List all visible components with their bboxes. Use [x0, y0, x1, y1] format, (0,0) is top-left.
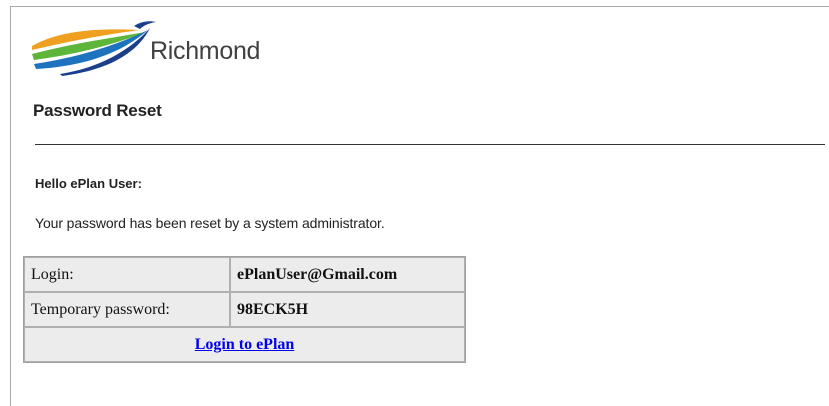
login-label: Login: — [24, 257, 230, 292]
login-link-cell: Login to ePlan — [24, 327, 465, 362]
richmond-logo: Richmond — [30, 20, 290, 78]
login-to-eplan-link[interactable]: Login to ePlan — [195, 336, 295, 353]
page-title: Password Reset — [33, 101, 162, 120]
login-value: ePlanUser@Gmail.com — [230, 257, 465, 292]
greeting: Hello ePlan User: — [35, 176, 142, 191]
temp-password-value: 98ECK5H — [230, 292, 465, 327]
temp-password-label: Temporary password: — [24, 292, 230, 327]
table-row: Temporary password: 98ECK5H — [24, 292, 465, 327]
logo-text: Richmond — [150, 37, 261, 65]
credentials-table: Login: ePlanUser@Gmail.com Temporary pas… — [23, 256, 466, 363]
table-row: Login: ePlanUser@Gmail.com — [24, 257, 465, 292]
richmond-swoosh-icon — [32, 21, 156, 76]
reset-message: Your password has been reset by a system… — [35, 215, 385, 231]
divider — [35, 144, 825, 145]
table-row: Login to ePlan — [24, 327, 465, 362]
